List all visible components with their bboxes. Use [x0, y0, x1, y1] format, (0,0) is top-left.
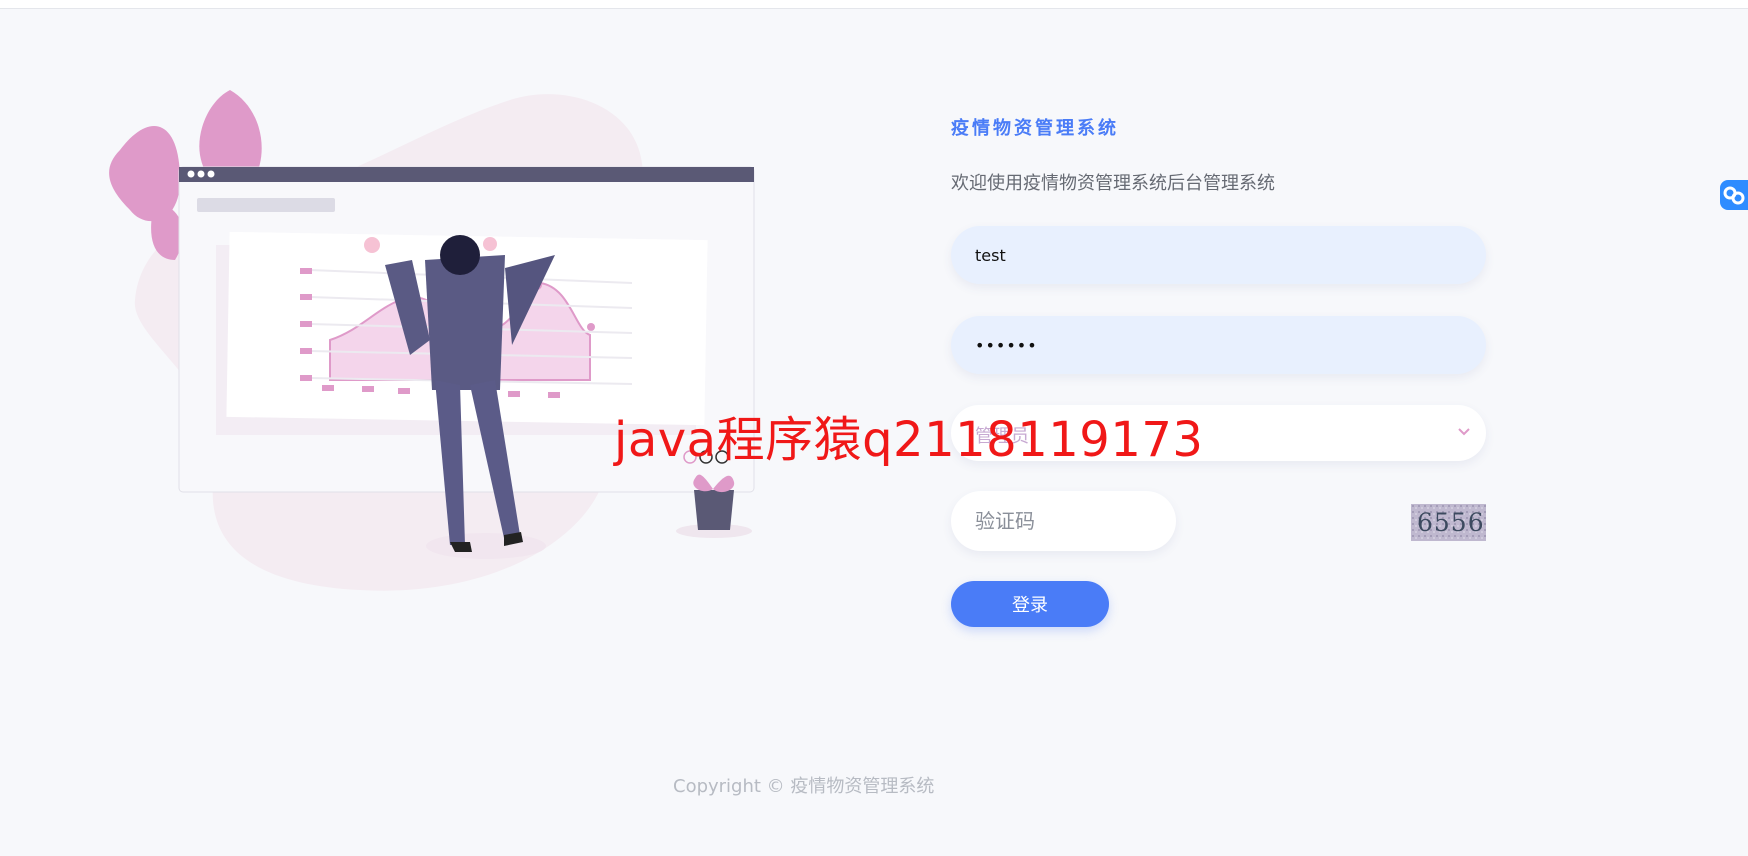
login-illustration [109, 90, 755, 591]
password-input[interactable] [951, 316, 1486, 374]
captcha-input[interactable] [951, 491, 1176, 551]
chevron-down-icon [1458, 428, 1470, 436]
watermark-text: java程序猿q2118119173 [614, 412, 1204, 468]
captcha-image[interactable]: 6556 [1411, 504, 1486, 541]
app-title: 疫情物资管理系统 [951, 118, 1119, 139]
welcome-subtitle: 欢迎使用疫情物资管理系统后台管理系统 [951, 173, 1275, 194]
copyright: Copyright © 疫情物资管理系统 [673, 776, 935, 797]
login-button[interactable]: 登录 [951, 581, 1109, 627]
side-tool-button[interactable] [1720, 180, 1748, 210]
link-icon [1723, 186, 1745, 205]
captcha-code: 6556 [1417, 508, 1485, 537]
top-bar [0, 0, 1748, 9]
username-input[interactable] [951, 226, 1486, 284]
